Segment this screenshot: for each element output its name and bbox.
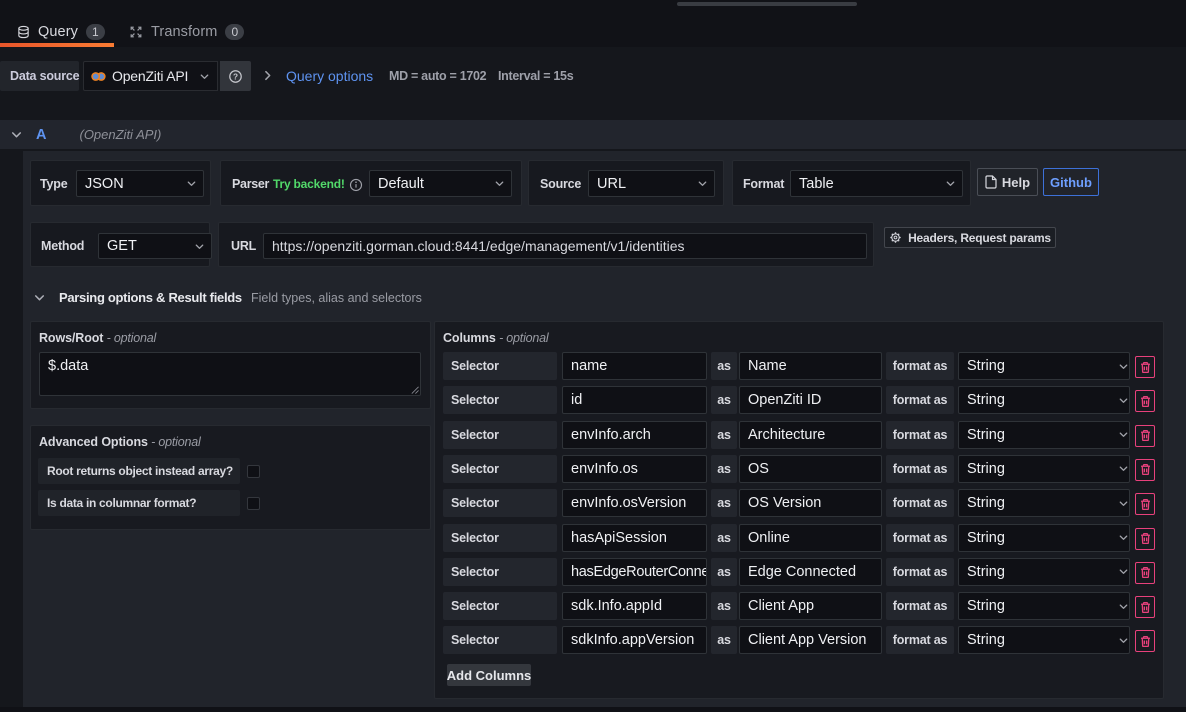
svg-text:?: ? — [233, 72, 238, 81]
